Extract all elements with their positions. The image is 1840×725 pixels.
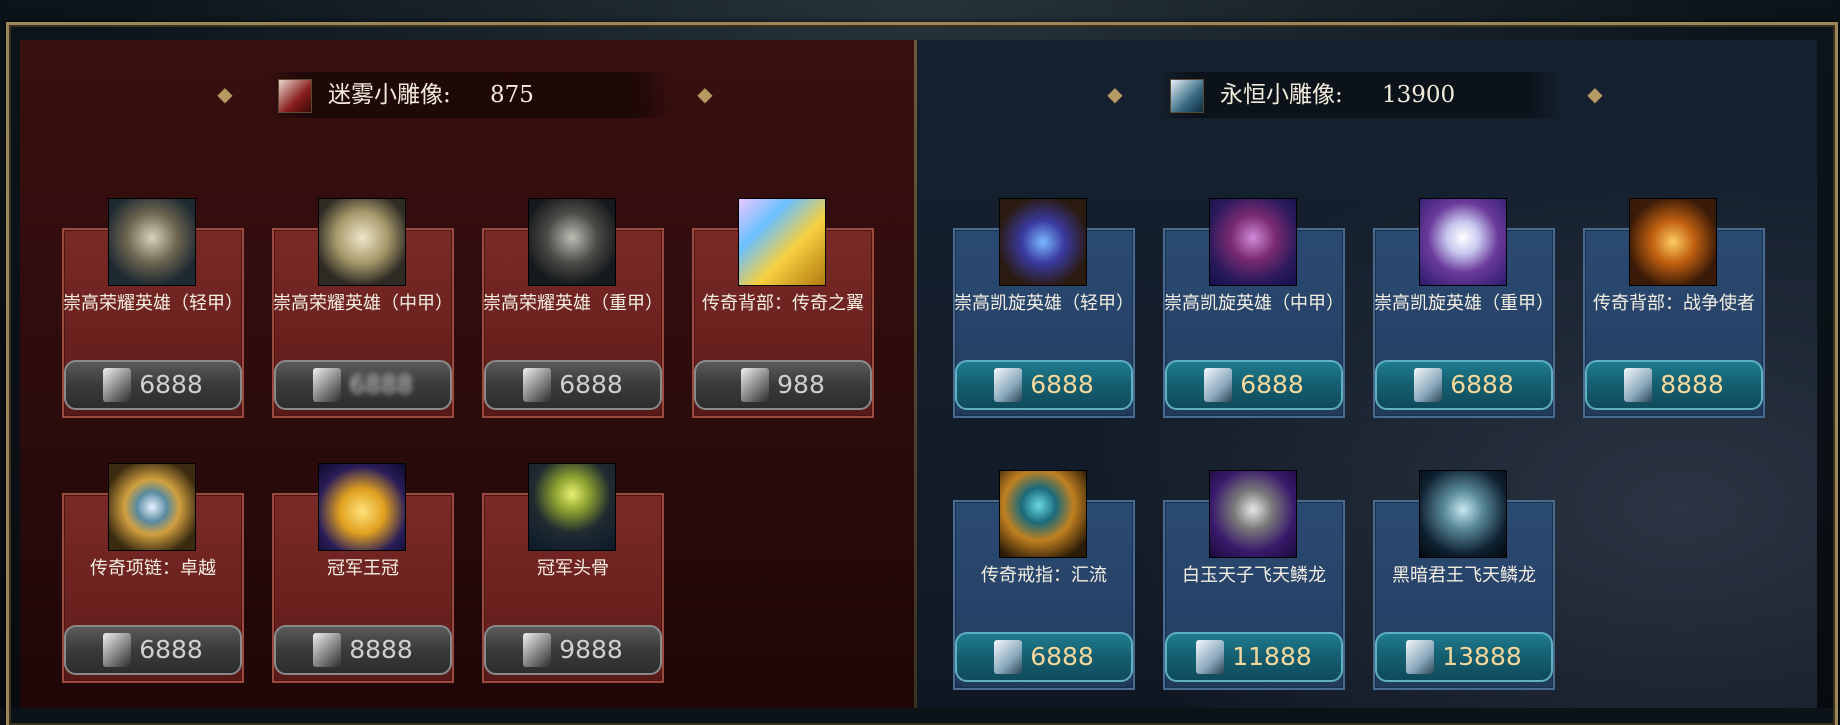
item-name: 崇高凯旋英雄（中甲）: [1164, 293, 1344, 314]
buy-button[interactable]: 6888: [1165, 360, 1343, 410]
eternal-figurine-icon: [1170, 79, 1204, 113]
crown-icon: [318, 463, 406, 551]
back-item-icon: [1629, 198, 1717, 286]
medium-armor-icon: [318, 198, 406, 286]
buy-button[interactable]: 11888: [1165, 632, 1343, 682]
left-ornament-icon: ◆: [1107, 82, 1123, 106]
shop-item-card[interactable]: 崇高凯旋英雄（轻甲） 6888: [953, 198, 1135, 418]
item-name: 黑暗君王飞天鳞龙: [1392, 565, 1536, 586]
mist-figurine-icon: [313, 368, 342, 402]
eternal-figurine-icon: [1406, 640, 1435, 674]
eternal-figurine-icon: [1204, 368, 1233, 402]
item-name: 崇高荣耀英雄（中甲）: [273, 293, 453, 314]
item-name: 崇高荣耀英雄（重甲）: [483, 293, 663, 314]
mist-figurine-icon: [103, 633, 132, 667]
mist-figurine-icon: [741, 368, 770, 402]
item-price: 6888: [1030, 642, 1094, 671]
left-ornament-icon: ◆: [217, 82, 233, 106]
shop-item-card[interactable]: 崇高荣耀英雄（中甲） 6888: [272, 198, 454, 418]
item-price: 8888: [349, 635, 413, 664]
buy-button[interactable]: 13888: [1375, 632, 1553, 682]
mist-figurine-icon: [523, 633, 552, 667]
eternal-currency-value: 13900: [1382, 82, 1456, 108]
mist-figurine-icon: [523, 368, 552, 402]
item-price: 8888: [1660, 370, 1724, 399]
mist-currency-value: 875: [490, 82, 534, 108]
shop-item-card[interactable]: 崇高凯旋英雄（重甲） 6888: [1373, 198, 1555, 418]
necklace-icon: [108, 463, 196, 551]
item-price: 11888: [1232, 642, 1312, 671]
shop-item-card[interactable]: 冠军王冠 8888: [272, 463, 454, 683]
shop-item-card[interactable]: 传奇背部：战争使者 8888: [1583, 198, 1765, 418]
right-ornament-icon: ◆: [697, 82, 713, 106]
shop-item-card[interactable]: 传奇项链：卓越 6888: [62, 463, 244, 683]
item-price: 988: [777, 370, 825, 399]
skull-icon: [528, 463, 616, 551]
buy-button[interactable]: 8888: [274, 625, 452, 675]
mist-figurine-icon: [313, 633, 342, 667]
buy-button[interactable]: 6888: [484, 360, 662, 410]
item-price: 6888: [1450, 370, 1514, 399]
item-name: 冠军王冠: [327, 558, 399, 579]
medium-armor-icon: [1209, 198, 1297, 286]
item-name: 崇高荣耀英雄（轻甲）: [63, 293, 243, 314]
shop-item-card[interactable]: 黑暗君王飞天鳞龙 13888: [1373, 470, 1555, 690]
item-price: 6888: [349, 370, 413, 399]
dragon-mount-icon: [1419, 470, 1507, 558]
mist-currency-bar: ◆ 迷雾小雕像: 875 ◆: [210, 70, 730, 120]
shop-item-card[interactable]: 崇高荣耀英雄（轻甲） 6888: [62, 198, 244, 418]
item-name: 传奇背部：传奇之翼: [702, 293, 864, 314]
item-name: 白玉天子飞天鳞龙: [1182, 565, 1326, 586]
eternal-figurine-icon: [994, 368, 1023, 402]
item-price: 6888: [1240, 370, 1304, 399]
item-name: 崇高凯旋英雄（重甲）: [1374, 293, 1554, 314]
item-price: 6888: [1030, 370, 1094, 399]
item-name: 崇高凯旋英雄（轻甲）: [954, 293, 1134, 314]
shop-item-card[interactable]: 传奇背部：传奇之翼 988: [692, 198, 874, 418]
mist-figurine-icon: [278, 79, 312, 113]
mist-currency-label: 迷雾小雕像:: [328, 82, 451, 108]
light-armor-icon: [108, 198, 196, 286]
mist-figurine-icon: [103, 368, 132, 402]
item-name: 传奇背部：战争使者: [1593, 293, 1755, 314]
eternal-figurine-icon: [1624, 368, 1653, 402]
shop-item-card[interactable]: 冠军头骨 9888: [482, 463, 664, 683]
buy-button[interactable]: 9888: [484, 625, 662, 675]
shop-item-card[interactable]: 白玉天子飞天鳞龙 11888: [1163, 470, 1345, 690]
ring-icon: [999, 470, 1087, 558]
wings-icon: [738, 198, 826, 286]
eternal-currency-label: 永恒小雕像:: [1220, 82, 1343, 108]
buy-button[interactable]: 6888: [955, 360, 1133, 410]
eternal-currency-bar: ◆ 永恒小雕像: 13900 ◆: [1100, 70, 1620, 120]
buy-button[interactable]: 988: [694, 360, 872, 410]
item-price: 6888: [139, 370, 203, 399]
light-armor-icon: [999, 198, 1087, 286]
shop-item-card[interactable]: 崇高凯旋英雄（中甲） 6888: [1163, 198, 1345, 418]
shop-item-card[interactable]: 崇高荣耀英雄（重甲） 6888: [482, 198, 664, 418]
item-price: 13888: [1442, 642, 1522, 671]
buy-button[interactable]: 6888: [64, 625, 242, 675]
eternal-figurine-icon: [1414, 368, 1443, 402]
shop-item-card[interactable]: 传奇戒指：汇流 6888: [953, 470, 1135, 690]
right-ornament-icon: ◆: [1587, 82, 1603, 106]
heavy-armor-icon: [1419, 198, 1507, 286]
buy-button[interactable]: 6888: [955, 632, 1133, 682]
buy-button[interactable]: 6888: [64, 360, 242, 410]
item-price: 9888: [559, 635, 623, 664]
item-price: 6888: [139, 635, 203, 664]
item-name: 传奇项链：卓越: [90, 558, 216, 579]
buy-button[interactable]: 6888: [274, 360, 452, 410]
item-price: 6888: [559, 370, 623, 399]
heavy-armor-icon: [528, 198, 616, 286]
dragon-mount-icon: [1209, 470, 1297, 558]
panel-divider: [914, 40, 917, 708]
buy-button[interactable]: 8888: [1585, 360, 1763, 410]
item-name: 传奇戒指：汇流: [981, 565, 1107, 586]
item-name: 冠军头骨: [537, 558, 609, 579]
eternal-figurine-icon: [994, 640, 1023, 674]
eternal-figurine-icon: [1196, 640, 1225, 674]
buy-button[interactable]: 6888: [1375, 360, 1553, 410]
